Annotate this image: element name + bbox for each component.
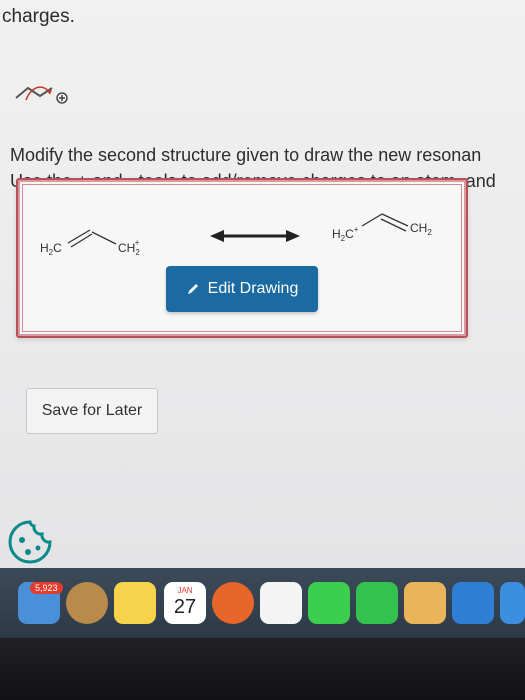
calendar-month: JAN bbox=[177, 586, 193, 595]
browser-page: charges. Modify the second structure giv… bbox=[0, 0, 525, 568]
save-for-later-label: Save for Later bbox=[41, 402, 143, 419]
curved-arrow-charge-icon bbox=[15, 86, 68, 104]
right-double-bond-b bbox=[380, 218, 407, 232]
contacts-icon[interactable] bbox=[66, 582, 108, 624]
left-ch2-label: CH2+ bbox=[118, 238, 140, 257]
instructions-line-1: Modify the second structure given to dra… bbox=[10, 145, 482, 165]
edit-drawing-label: Edit Drawing bbox=[207, 280, 299, 297]
resonance-arrow-right-head bbox=[286, 230, 300, 242]
right-single-bond bbox=[361, 213, 383, 227]
right-h2c-label: H2C+ bbox=[332, 225, 359, 243]
edit-drawing-button[interactable]: Edit Drawing bbox=[166, 266, 318, 312]
facetime-icon[interactable] bbox=[356, 582, 398, 624]
right-ch2-label: CH2 bbox=[410, 221, 432, 237]
drawing-frame: H2C CH2+ H2C+ CH2 bbox=[16, 178, 468, 338]
prompt-text-fragment: charges. bbox=[2, 6, 75, 27]
right-double-bond-a bbox=[381, 213, 409, 227]
resonance-arrow-left-head bbox=[210, 230, 224, 242]
monitor-bezel bbox=[0, 638, 525, 700]
numbers-icon[interactable] bbox=[452, 582, 494, 624]
macos-dock bbox=[0, 568, 525, 638]
pencil-icon bbox=[187, 284, 198, 294]
left-single-bond bbox=[91, 231, 117, 245]
left-double-bond-a bbox=[67, 229, 91, 244]
reminders-icon[interactable] bbox=[260, 582, 302, 624]
resonance-structures: H2C CH2+ H2C+ CH2 bbox=[40, 213, 432, 257]
cookie-icon[interactable] bbox=[6, 518, 54, 566]
notes-icon[interactable] bbox=[114, 582, 156, 624]
save-for-later-button[interactable]: Save for Later bbox=[26, 388, 158, 434]
keynote-icon[interactable] bbox=[500, 582, 525, 624]
mail-unread-badge: 5,923 bbox=[30, 582, 63, 594]
firefox-icon[interactable] bbox=[212, 582, 254, 624]
pages-icon[interactable] bbox=[404, 582, 446, 624]
left-double-bond-b bbox=[70, 233, 93, 248]
messages-icon[interactable] bbox=[308, 582, 350, 624]
left-h2c-label: H2C bbox=[40, 241, 62, 257]
calendar-day: 27 bbox=[173, 596, 197, 618]
